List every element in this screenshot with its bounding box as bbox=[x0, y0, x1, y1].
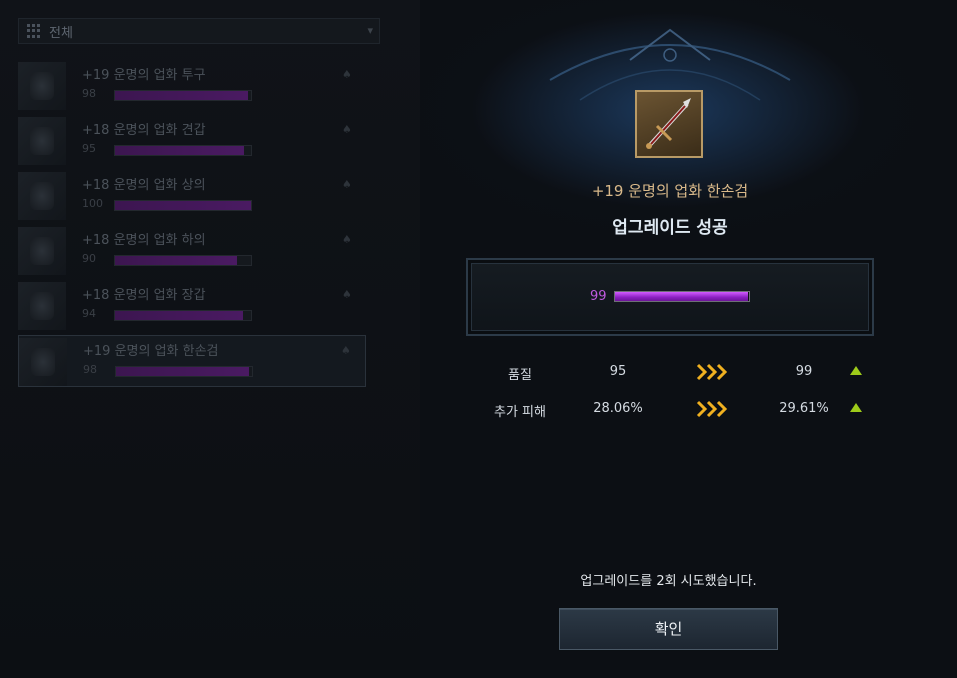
list-item[interactable]: +18 운명의 업화 장갑 94 ♠ bbox=[18, 280, 366, 332]
upgrade-result-title: 업그레이드 성공 bbox=[612, 218, 728, 238]
list-item-quality-bar bbox=[114, 310, 252, 321]
chevron-down-icon: ▾ bbox=[367, 24, 373, 37]
list-item[interactable]: +18 운명의 업화 상의 100 ♠ bbox=[18, 170, 366, 222]
quality-value: 99 bbox=[590, 289, 607, 304]
list-item-quality-bar bbox=[114, 145, 252, 156]
item-thumbnail bbox=[18, 282, 66, 330]
list-item-name: +18 운명의 업화 하의 bbox=[82, 233, 206, 248]
list-item-quality-bar bbox=[114, 90, 252, 101]
quality-frame: 99 bbox=[466, 258, 874, 336]
quality-bar-fill bbox=[615, 292, 748, 301]
stat-label: 추가 피해 bbox=[494, 405, 546, 420]
lock-icon: ♠ bbox=[342, 123, 352, 136]
list-item[interactable]: +18 운명의 업화 하의 90 ♠ bbox=[18, 225, 366, 277]
category-filter-dropdown[interactable]: 전체 ▾ bbox=[18, 18, 380, 44]
list-item-quality-fill bbox=[115, 91, 249, 100]
upgrade-result-dialog: +19 운명의 업화 한손검 업그레이드 성공 99 품질 95 99 추가 피… bbox=[420, 0, 957, 678]
stat-before: 95 bbox=[609, 364, 627, 379]
list-item-name: +18 운명의 업화 견갑 bbox=[82, 123, 206, 138]
lock-icon: ♠ bbox=[342, 68, 352, 81]
list-item-name: +18 운명의 업화 장갑 bbox=[82, 288, 206, 303]
list-item-name: +18 운명의 업화 상의 bbox=[82, 178, 206, 193]
list-item-quality: 94 bbox=[82, 307, 96, 320]
item-thumbnail bbox=[18, 227, 66, 275]
upgrade-item-list-panel: 전체 ▾ +19 운명의 업화 투구 98 ♠ +18 운명의 업화 견갑 95 ♠ +18… bbox=[0, 0, 420, 678]
increase-arrow-icon bbox=[850, 403, 862, 412]
lock-icon: ♠ bbox=[342, 178, 352, 191]
list-item-quality-fill bbox=[115, 256, 238, 265]
list-item-quality-fill bbox=[115, 201, 251, 210]
list-item[interactable]: +19 운명의 업화 투구 98 ♠ bbox=[18, 60, 366, 112]
item-thumbnail bbox=[18, 62, 66, 110]
list-item-quality: 100 bbox=[82, 197, 103, 210]
lock-icon: ♠ bbox=[342, 288, 352, 301]
stat-label: 품질 bbox=[508, 368, 532, 383]
list-item[interactable]: +18 운명의 업화 견갑 95 ♠ bbox=[18, 115, 366, 167]
filter-label: 전체 bbox=[49, 25, 73, 41]
list-item-quality-fill bbox=[115, 311, 243, 320]
list-item-quality-bar bbox=[114, 255, 252, 266]
attempt-message: 업그레이드를 2회 시도했습니다. bbox=[580, 574, 757, 589]
sword-item-icon bbox=[635, 90, 703, 158]
confirm-button[interactable]: 확인 bbox=[559, 608, 778, 650]
quality-bar bbox=[614, 291, 750, 302]
item-thumbnail bbox=[19, 338, 67, 386]
list-item-quality-fill bbox=[116, 367, 250, 376]
list-item-quality: 98 bbox=[83, 363, 97, 376]
stat-row-extra-damage: 추가 피해 28.06% 29.61% bbox=[420, 397, 957, 421]
grid-icon bbox=[27, 24, 41, 38]
item-name: +19 운명의 업화 한손검 bbox=[591, 182, 749, 200]
list-item-quality-bar bbox=[114, 200, 252, 211]
list-item[interactable]: +19 운명의 업화 한손검 98 ♠ bbox=[18, 335, 366, 387]
stat-after: 29.61% bbox=[779, 401, 829, 416]
list-item-quality: 90 bbox=[82, 252, 96, 265]
list-item-name: +19 운명의 업화 한손검 bbox=[83, 344, 219, 359]
lock-icon: ♠ bbox=[341, 344, 351, 357]
stat-before: 28.06% bbox=[593, 401, 643, 416]
stat-after: 99 bbox=[795, 364, 813, 379]
list-item-quality-bar bbox=[115, 366, 253, 377]
item-list: +19 운명의 업화 투구 98 ♠ +18 운명의 업화 견갑 95 ♠ +18 운명의 … bbox=[18, 60, 366, 390]
triple-arrow-icon bbox=[696, 363, 728, 381]
item-thumbnail bbox=[18, 172, 66, 220]
stat-row-quality: 품질 95 99 bbox=[420, 360, 957, 384]
list-item-quality-fill bbox=[115, 146, 245, 155]
increase-arrow-icon bbox=[850, 366, 862, 375]
list-item-quality: 95 bbox=[82, 142, 96, 155]
list-item-quality: 98 bbox=[82, 87, 96, 100]
item-thumbnail bbox=[18, 117, 66, 165]
list-item-name: +19 운명의 업화 투구 bbox=[82, 68, 206, 83]
lock-icon: ♠ bbox=[342, 233, 352, 246]
triple-arrow-icon bbox=[696, 400, 728, 418]
